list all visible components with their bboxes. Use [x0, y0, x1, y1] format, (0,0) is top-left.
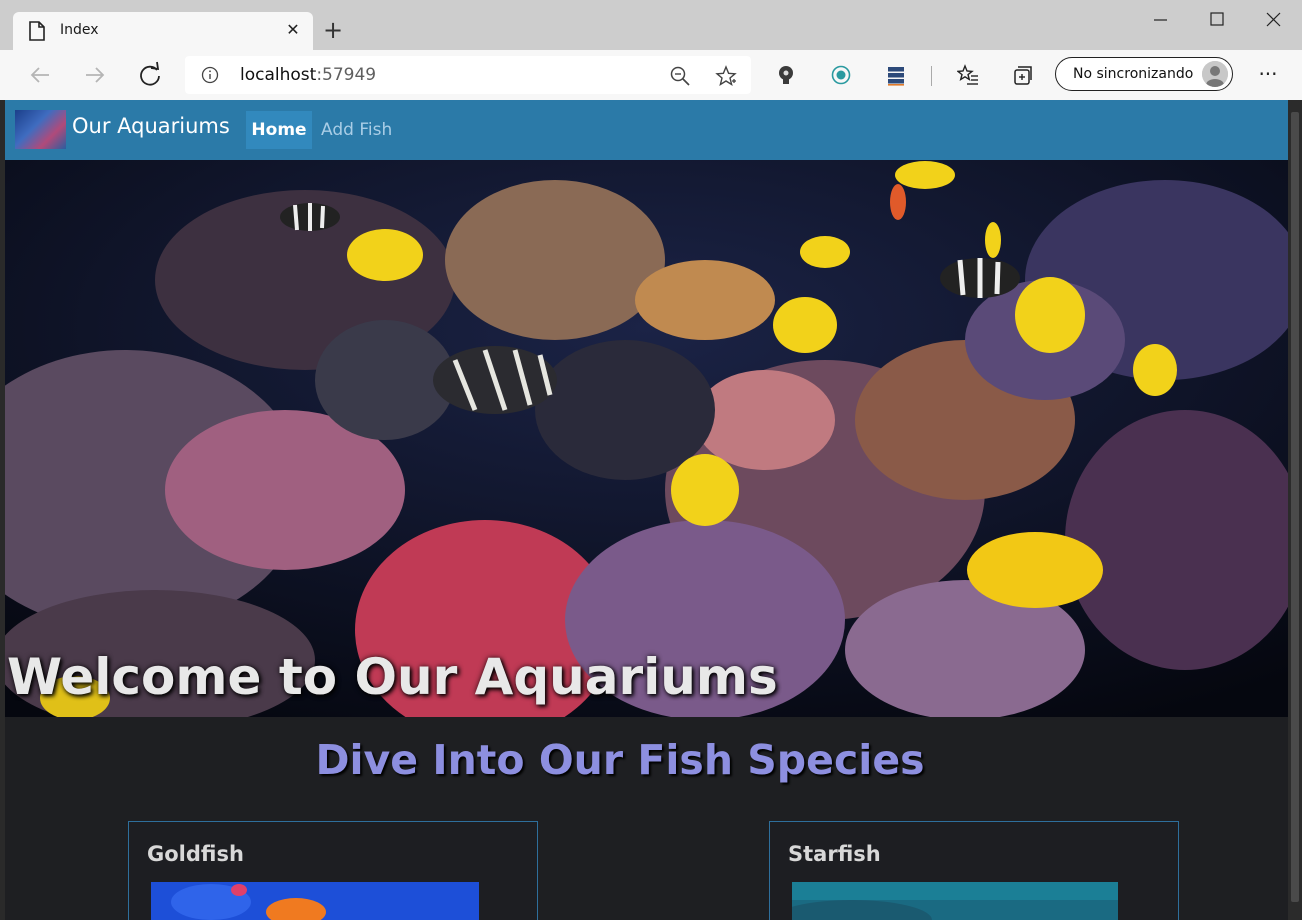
browser-toolbar: localhost:57949 No sincronizando ··· — [0, 50, 1302, 100]
page-scrollbar[interactable] — [1288, 100, 1302, 920]
hero-title: Welcome to Our Aquariums — [7, 648, 778, 706]
section-title: Dive Into Our Fish Species — [315, 736, 925, 784]
minimize-icon[interactable] — [1140, 8, 1180, 34]
brand-title[interactable]: Our Aquariums — [72, 114, 230, 138]
more-options-icon[interactable]: ··· — [1255, 60, 1281, 90]
browser-tab[interactable]: Index ✕ — [13, 12, 313, 50]
species-card-starfish[interactable]: Starfish — [769, 821, 1179, 920]
hero-banner: Welcome to Our Aquariums — [5, 160, 1288, 717]
scrollbar-thumb[interactable] — [1291, 112, 1299, 902]
collections-icon[interactable] — [1012, 64, 1034, 86]
forward-arrow-icon[interactable] — [80, 60, 110, 90]
nav-home-link[interactable]: Home — [246, 111, 312, 149]
favorites-list-icon[interactable] — [957, 64, 979, 86]
url-host: localhost — [240, 65, 317, 85]
tab-close-icon[interactable]: ✕ — [283, 20, 303, 40]
brand-logo-image[interactable] — [15, 110, 66, 149]
page-icon — [29, 21, 45, 41]
lightbulb-extension-icon[interactable] — [775, 64, 797, 86]
url-port: :57949 — [316, 65, 377, 85]
aquarium-hero-image — [5, 160, 1288, 717]
zoom-icon[interactable] — [669, 65, 691, 87]
site-navbar: Our Aquariums Home Add Fish — [5, 100, 1288, 160]
sync-profile-button[interactable]: No sincronizando — [1055, 57, 1233, 91]
favorite-star-icon[interactable] — [715, 65, 737, 87]
close-window-icon[interactable] — [1253, 8, 1293, 34]
new-tab-button[interactable]: + — [320, 18, 346, 44]
url-text[interactable]: localhost:57949 — [240, 65, 376, 85]
tab-title: Index — [60, 22, 99, 38]
record-extension-icon[interactable] — [830, 64, 852, 86]
refresh-icon[interactable] — [135, 60, 165, 90]
profile-avatar-icon — [1202, 61, 1228, 87]
info-icon[interactable] — [201, 66, 219, 84]
toolbar-separator — [931, 66, 932, 86]
card-title: Starfish — [788, 842, 881, 866]
sync-label: No sincronizando — [1073, 66, 1194, 82]
goldfish-image[interactable] — [151, 882, 479, 920]
card-title: Goldfish — [147, 842, 244, 866]
address-bar[interactable]: localhost:57949 — [185, 56, 751, 94]
server-extension-icon[interactable] — [885, 64, 907, 86]
starfish-image[interactable] — [792, 882, 1118, 920]
species-card-goldfish[interactable]: Goldfish — [128, 821, 538, 920]
maximize-icon[interactable] — [1197, 8, 1237, 34]
page-viewport: Our Aquariums Home Add Fish Welcome to O… — [5, 100, 1288, 920]
nav-add-fish-link[interactable]: Add Fish — [321, 120, 392, 140]
back-arrow-icon[interactable] — [25, 60, 55, 90]
browser-title-bar: Index ✕ + — [0, 0, 1302, 50]
